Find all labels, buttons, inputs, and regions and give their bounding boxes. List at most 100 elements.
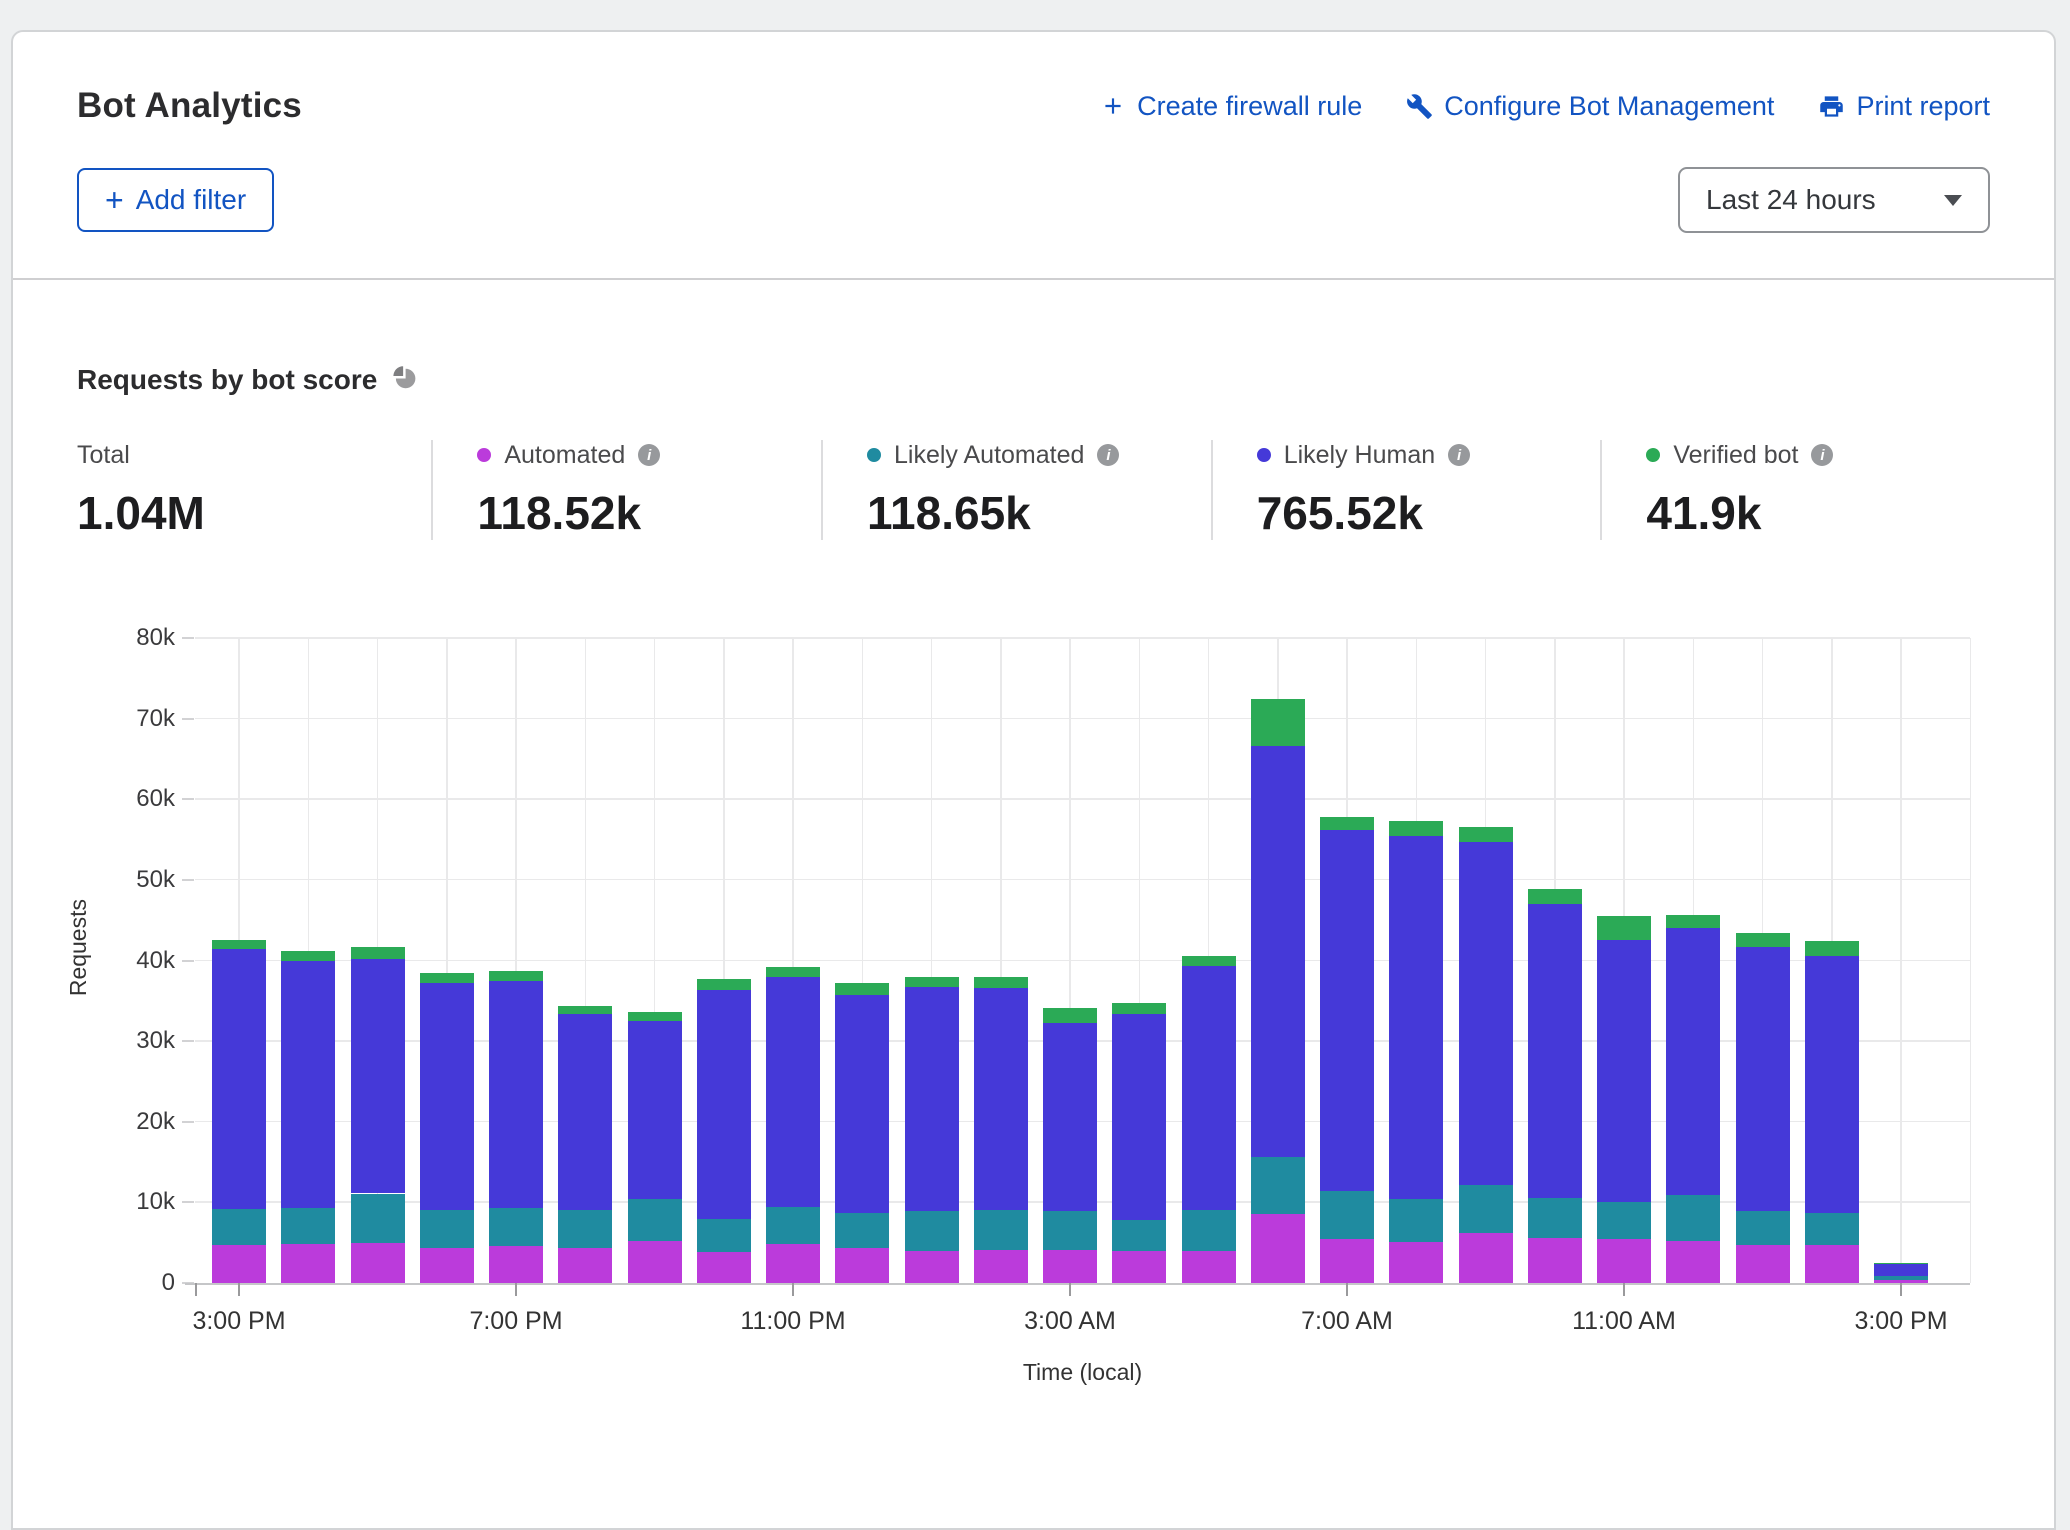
bar-segment-likely-automated[interactable] [697, 1219, 751, 1251]
bar-segment-likely-human[interactable] [1251, 746, 1305, 1157]
bar-segment-automated[interactable] [558, 1248, 612, 1283]
bar-segment-automated[interactable] [1528, 1238, 1582, 1283]
bar-segment-likely-human[interactable] [766, 977, 820, 1208]
bar-segment-automated[interactable] [489, 1246, 543, 1283]
bar-segment-likely-automated[interactable] [351, 1194, 405, 1243]
bar-segment-automated[interactable] [420, 1248, 474, 1283]
bar-segment-likely-human[interactable] [1459, 842, 1513, 1185]
info-icon[interactable]: i [638, 444, 660, 466]
bar-segment-automated[interactable] [1320, 1239, 1374, 1283]
bar-segment-verified-bot[interactable] [697, 979, 751, 989]
bar-segment-likely-automated[interactable] [835, 1213, 889, 1248]
bar-segment-verified-bot[interactable] [628, 1012, 682, 1021]
bar-segment-verified-bot[interactable] [766, 967, 820, 977]
bar-segment-automated[interactable] [905, 1251, 959, 1283]
bar-segment-likely-automated[interactable] [281, 1208, 335, 1244]
bar-segment-likely-human[interactable] [489, 981, 543, 1208]
bar-segment-automated[interactable] [766, 1244, 820, 1283]
bar-segment-likely-automated[interactable] [212, 1209, 266, 1245]
bar-segment-likely-human[interactable] [1182, 966, 1236, 1209]
bar-segment-automated[interactable] [835, 1248, 889, 1283]
bar-segment-likely-automated[interactable] [1251, 1157, 1305, 1214]
bar-segment-likely-human[interactable] [351, 959, 405, 1194]
bar-segment-automated[interactable] [697, 1252, 751, 1283]
bar-segment-likely-automated[interactable] [420, 1210, 474, 1247]
bar-segment-likely-automated[interactable] [974, 1210, 1028, 1250]
bar-segment-likely-automated[interactable] [766, 1207, 820, 1244]
bar-segment-verified-bot[interactable] [1528, 889, 1582, 904]
bar-segment-automated[interactable] [281, 1244, 335, 1283]
bar-segment-likely-human[interactable] [1389, 836, 1443, 1199]
bar-segment-verified-bot[interactable] [281, 951, 335, 961]
bar-segment-verified-bot[interactable] [558, 1006, 612, 1013]
bar-segment-likely-human[interactable] [835, 995, 889, 1213]
bar-segment-verified-bot[interactable] [1043, 1008, 1097, 1023]
bar-segment-verified-bot[interactable] [1597, 916, 1651, 939]
bar-segment-likely-human[interactable] [1320, 830, 1374, 1191]
bar-segment-likely-automated[interactable] [1666, 1195, 1720, 1241]
bar-segment-automated[interactable] [1459, 1233, 1513, 1283]
bar-segment-verified-bot[interactable] [835, 983, 889, 995]
bar-segment-automated[interactable] [351, 1243, 405, 1283]
bar-segment-likely-automated[interactable] [558, 1210, 612, 1248]
bar-segment-likely-human[interactable] [1736, 947, 1790, 1211]
bar-segment-likely-human[interactable] [558, 1014, 612, 1210]
bar-segment-automated[interactable] [1805, 1245, 1859, 1283]
bar-segment-automated[interactable] [1666, 1241, 1720, 1283]
bar-segment-verified-bot[interactable] [1320, 817, 1374, 830]
bar-segment-automated[interactable] [1389, 1242, 1443, 1283]
bar-segment-verified-bot[interactable] [905, 977, 959, 987]
bar-segment-verified-bot[interactable] [212, 940, 266, 950]
bar-segment-automated[interactable] [1251, 1214, 1305, 1283]
bar-segment-likely-human[interactable] [974, 988, 1028, 1210]
bar-segment-verified-bot[interactable] [1389, 821, 1443, 836]
bar-segment-automated[interactable] [212, 1245, 266, 1283]
bar-segment-likely-human[interactable] [1805, 956, 1859, 1213]
info-icon[interactable]: i [1097, 444, 1119, 466]
bar-segment-verified-bot[interactable] [489, 971, 543, 981]
configure-bot-management-link[interactable]: Configure Bot Management [1406, 91, 1774, 122]
bar-segment-likely-human[interactable] [1043, 1023, 1097, 1211]
bar-segment-likely-human[interactable] [212, 949, 266, 1209]
bar-segment-verified-bot[interactable] [420, 973, 474, 983]
create-firewall-rule-link[interactable]: Create firewall rule [1100, 91, 1362, 122]
bar-segment-automated[interactable] [1043, 1250, 1097, 1283]
bar-segment-automated[interactable] [1112, 1251, 1166, 1283]
bar-segment-automated[interactable] [628, 1241, 682, 1283]
bar-segment-verified-bot[interactable] [1251, 699, 1305, 746]
bar-segment-verified-bot[interactable] [974, 977, 1028, 988]
bar-segment-likely-automated[interactable] [1459, 1185, 1513, 1233]
bar-segment-verified-bot[interactable] [1182, 956, 1236, 966]
bar-segment-verified-bot[interactable] [1874, 1263, 1928, 1264]
bar-segment-verified-bot[interactable] [1459, 827, 1513, 842]
bar-segment-likely-human[interactable] [281, 961, 335, 1208]
bar-segment-likely-human[interactable] [628, 1021, 682, 1199]
bar-segment-likely-automated[interactable] [1182, 1210, 1236, 1251]
bar-segment-likely-automated[interactable] [628, 1199, 682, 1241]
bar-segment-automated[interactable] [974, 1250, 1028, 1283]
bar-segment-automated[interactable] [1597, 1239, 1651, 1283]
bar-segment-verified-bot[interactable] [1805, 941, 1859, 956]
bar-segment-verified-bot[interactable] [1112, 1003, 1166, 1013]
bar-segment-likely-human[interactable] [905, 987, 959, 1211]
bar-segment-likely-automated[interactable] [1874, 1276, 1928, 1280]
add-filter-button[interactable]: + Add filter [77, 168, 274, 232]
bar-segment-likely-human[interactable] [420, 983, 474, 1210]
bar-segment-likely-automated[interactable] [1389, 1199, 1443, 1242]
bar-segment-automated[interactable] [1736, 1245, 1790, 1283]
bar-segment-verified-bot[interactable] [1736, 933, 1790, 947]
info-icon[interactable]: i [1448, 444, 1470, 466]
print-report-link[interactable]: Print report [1818, 91, 1990, 122]
bar-segment-likely-automated[interactable] [489, 1208, 543, 1246]
bar-segment-likely-automated[interactable] [1805, 1213, 1859, 1245]
bar-segment-likely-human[interactable] [697, 990, 751, 1220]
bar-segment-likely-automated[interactable] [905, 1211, 959, 1251]
bar-segment-likely-automated[interactable] [1736, 1211, 1790, 1245]
info-icon[interactable]: i [1811, 444, 1833, 466]
bar-segment-likely-human[interactable] [1874, 1264, 1928, 1276]
bar-segment-likely-human[interactable] [1112, 1014, 1166, 1220]
bar-segment-likely-automated[interactable] [1320, 1191, 1374, 1239]
time-range-select[interactable]: Last 24 hours [1678, 167, 1990, 233]
bar-segment-verified-bot[interactable] [1666, 915, 1720, 928]
bar-segment-verified-bot[interactable] [351, 947, 405, 959]
